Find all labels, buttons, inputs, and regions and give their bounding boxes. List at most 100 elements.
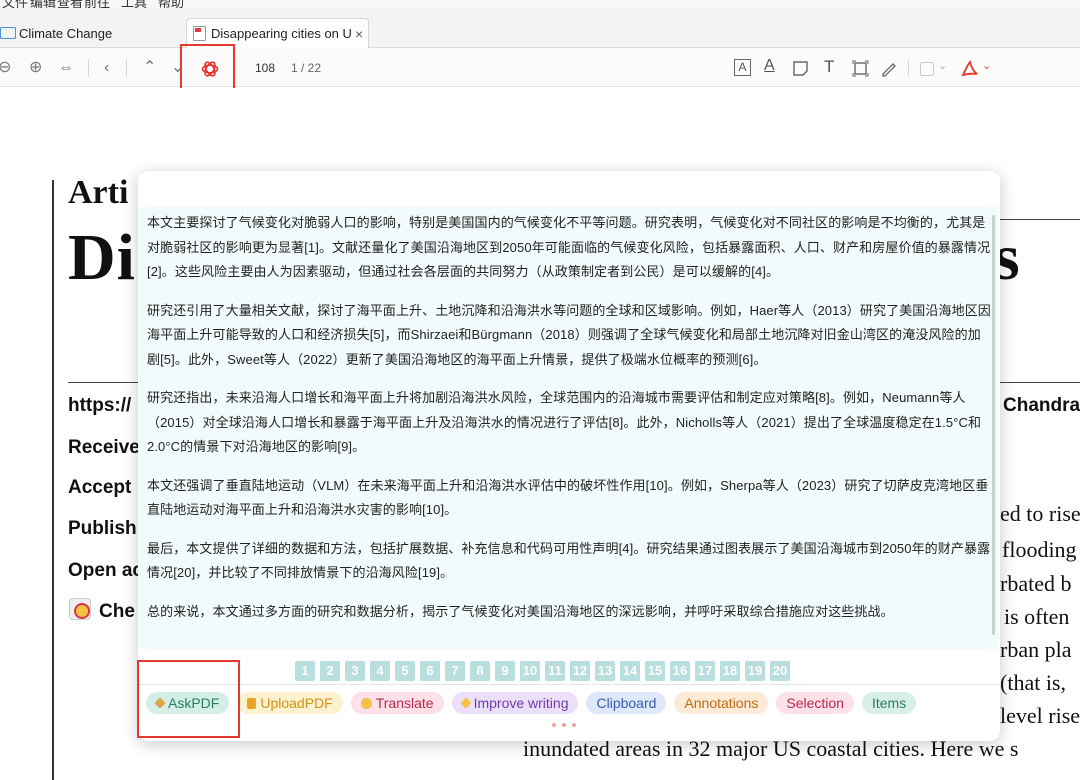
page-ref-button[interactable]: 4 [370,661,390,681]
area-select-icon[interactable] [852,60,869,77]
meta-rule-right [998,382,1080,383]
answer-scrollbar[interactable] [992,215,995,635]
close-tab-icon[interactable]: × [355,26,363,42]
menu-file[interactable]: 文件 [2,0,28,8]
page-ref-button[interactable]: 16 [670,661,690,681]
draw-icon[interactable] [880,60,898,77]
page-number-input[interactable]: 108 [243,57,287,79]
sparkle-icon [459,697,472,709]
ai-assistant-popup: 本文主要探讨了气候变化对脆弱人口的影响，特别是美国国内的气候变化不平等问题。研究… [138,171,1000,741]
menu-view[interactable]: 查看 [57,0,83,8]
body-line: is often [1004,604,1070,629]
items-button[interactable]: Items [861,692,917,714]
toolbar-divider [126,59,127,77]
page-ref-button[interactable]: 6 [420,661,440,681]
improve-writing-label: Improve writing [473,695,569,711]
page-ref-button[interactable]: 2 [320,661,340,681]
answer-paragraph: 本文还强调了垂直陆地运动（VLM）在未来海平面上升和沿海洪水评估中的破坏性作用[… [147,477,989,518]
page-ref-button[interactable]: 8 [470,661,490,681]
page-left-rule [52,180,54,780]
zoom-out-icon[interactable]: ⊖ [0,58,11,78]
highlight-askpdf-button [137,660,240,738]
tab-bar: Climate Change Disappearing cities on U … [0,8,1080,48]
answer-panel: 本文主要探讨了气候变化对脆弱人口的影响，特别是美国国内的气候变化不平等问题。研究… [138,207,998,649]
answer-paragraph: 研究还引用了大量相关文献，探讨了海平面上升、土地沉降和沿海洪水等问题的全球和区域… [147,302,991,367]
body-line: ed to rise [1000,501,1080,526]
fit-width-icon[interactable]: ⇔ [58,58,74,78]
acrobat-icon[interactable] [960,59,980,79]
note-icon[interactable] [792,60,809,77]
body-line: (that is, [1000,670,1066,695]
menu-tools[interactable]: 工具 [121,0,147,8]
page-ref-button[interactable]: 11 [545,661,565,681]
check-updates-icon[interactable] [69,598,91,620]
text-icon[interactable]: T [824,57,834,77]
acrobat-dropdown-icon[interactable]: ⌄ [982,59,991,72]
reader-toolbar: ⊖ ⊕ ⇔ ‹ ⌃ ⌄ 108 1 / 22 A A T ⌄ ⌄ [0,49,1080,87]
menu-help[interactable]: 帮助 [158,0,184,8]
answer-paragraph: 本文主要探讨了气候变化对脆弱人口的影响，特别是美国国内的气候变化不平等问题。研究… [147,215,991,279]
page-ref-button[interactable]: 1 [295,661,315,681]
translate-label: Translate [375,695,434,711]
answer-paragraph: 最后，本文提供了详细的数据和方法，包括扩展数据、补充信息和代码可用性声明[4]。… [147,540,991,581]
toolbar-divider [88,59,89,77]
annotations-label: Annotations [684,695,759,711]
pdf-file-icon [193,26,206,41]
sun-icon [360,697,372,709]
body-line: level rise [1000,703,1080,728]
prev-page-icon[interactable]: ⌃ [143,58,156,78]
color-dropdown-icon[interactable]: ⌄ [938,59,947,72]
items-label: Items [871,695,907,711]
clipboard-label: Clipboard [596,695,657,711]
more-options-icon[interactable] [552,723,576,727]
page-ref-button[interactable]: 3 [345,661,365,681]
body-line: rban pla [1000,637,1072,662]
menu-bar: 文件 编辑 查看 前往 工具 帮助 [0,0,1080,8]
check-updates-label[interactable]: Che [99,601,135,623]
author-name: Chandra [1003,395,1080,416]
page-ref-button[interactable]: 20 [770,661,790,681]
improve-writing-button[interactable]: Improve writing [451,692,579,714]
prompt-input[interactable] [138,171,1000,207]
underline-icon[interactable]: A [764,57,775,75]
answer-paragraph: 研究还指出，未来沿海人口增长和海平面上升将加剧沿海洪水风险，全球范围内的沿海城市… [147,390,982,454]
uploadpdf-button[interactable]: UploadPDF [237,692,343,714]
page-count: 1 / 22 [291,61,322,75]
accepted-date: Accept [68,477,132,498]
upload-icon [247,697,257,709]
page-ref-button[interactable]: 13 [595,661,615,681]
action-chips: AskPDF UploadPDF Translate Improve writi… [146,692,917,714]
clipboard-button[interactable]: Clipboard [586,692,667,714]
page-ref-button[interactable]: 7 [445,661,465,681]
folder-icon [0,27,16,39]
toolbar-divider [908,59,909,77]
translate-button[interactable]: Translate [350,692,444,714]
page-ref-button[interactable]: 5 [395,661,415,681]
page-ref-button[interactable]: 15 [645,661,665,681]
uploadpdf-label: UploadPDF [260,695,333,711]
zoom-in-icon[interactable]: ⊕ [29,58,42,78]
doi-link[interactable]: https:// [68,395,131,417]
page-ref-button[interactable]: 12 [570,661,590,681]
page-ref-button[interactable]: 10 [520,661,540,681]
menu-go[interactable]: 前往 [84,0,110,8]
page-ref-button[interactable]: 19 [745,661,765,681]
open-access: Open ac [68,560,143,581]
article-label: Arti [68,174,129,211]
article-title: Di [68,221,136,294]
received-date: Receive [68,437,140,458]
tab-document-label: Disappearing cities on U [211,26,351,41]
page-ref-button[interactable]: 17 [695,661,715,681]
page-ref-button[interactable]: 18 [720,661,740,681]
color-picker-icon[interactable] [920,62,934,76]
menu-edit[interactable]: 编辑 [30,0,56,8]
body-line: flooding [1002,537,1077,562]
annotations-button[interactable]: Annotations [674,692,769,714]
page-ref-button[interactable]: 14 [620,661,640,681]
text-box-icon[interactable]: A [734,59,751,76]
meta-rule [68,382,148,383]
selection-button[interactable]: Selection [776,692,854,714]
back-icon[interactable]: ‹ [104,58,109,78]
tab-library[interactable]: Climate Change [0,18,175,48]
page-ref-button[interactable]: 9 [495,661,515,681]
